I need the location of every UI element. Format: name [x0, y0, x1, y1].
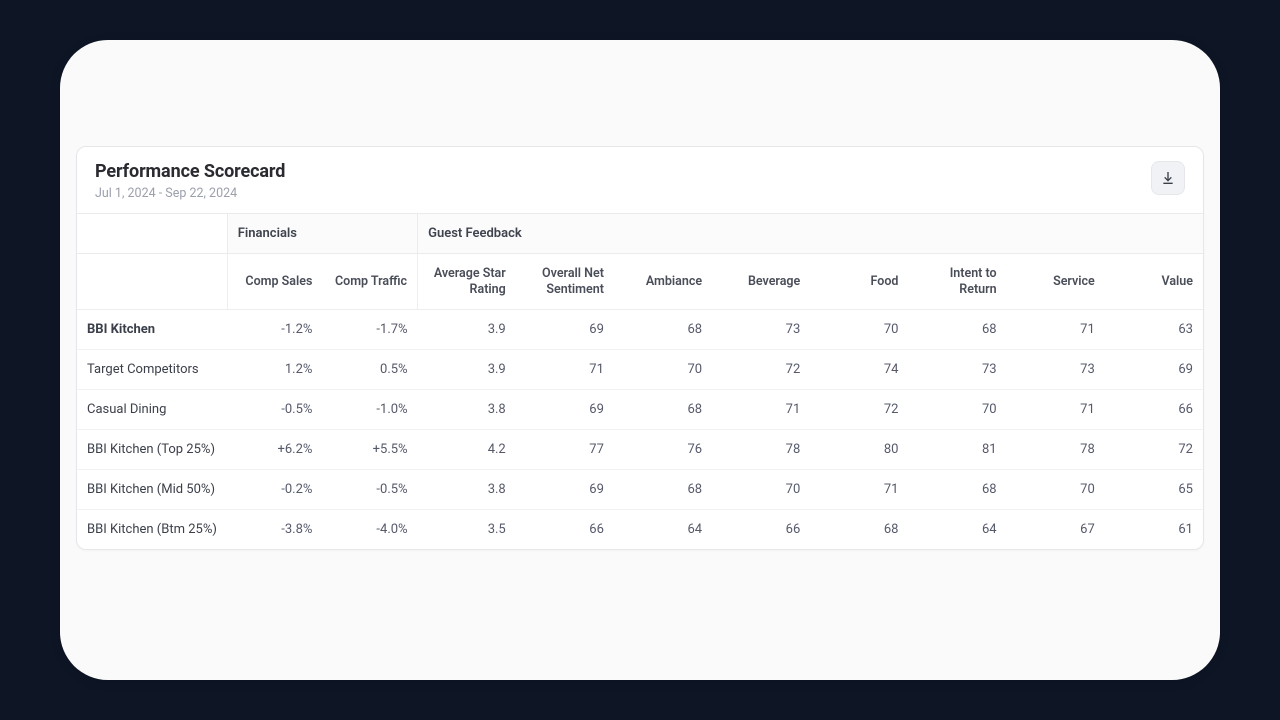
table-row[interactable]: Target Competitors1.2%0.5%3.971707274737…	[77, 350, 1203, 390]
cell-overall_net: 69	[516, 390, 614, 430]
cell-intent_return: 68	[908, 470, 1006, 510]
cell-service: 71	[1007, 390, 1105, 430]
cell-service: 71	[1007, 310, 1105, 350]
download-icon	[1160, 170, 1176, 186]
col-header-intent-return[interactable]: Intent to Return	[908, 254, 1006, 310]
cell-ambiance: 64	[614, 510, 712, 550]
cell-comp_sales: -0.5%	[227, 390, 322, 430]
cell-service: 78	[1007, 430, 1105, 470]
title-block: Performance Scorecard Jul 1, 2024 - Sep …	[95, 161, 285, 201]
group-header-blank	[77, 214, 227, 254]
app-window: Performance Scorecard Jul 1, 2024 - Sep …	[60, 40, 1220, 680]
col-header-beverage[interactable]: Beverage	[712, 254, 810, 310]
cell-service: 67	[1007, 510, 1105, 550]
column-header-row: Comp Sales Comp Traffic Average Star Rat…	[77, 254, 1203, 310]
group-header-financials: Financials	[227, 214, 417, 254]
cell-comp_traffic: -4.0%	[322, 510, 417, 550]
cell-beverage: 66	[712, 510, 810, 550]
col-header-overall-net[interactable]: Overall Net Sentiment	[516, 254, 614, 310]
cell-overall_net: 69	[516, 310, 614, 350]
row-label: Casual Dining	[77, 390, 227, 430]
cell-comp_sales: -3.8%	[227, 510, 322, 550]
cell-beverage: 73	[712, 310, 810, 350]
cell-intent_return: 64	[908, 510, 1006, 550]
table-row[interactable]: BBI Kitchen (Mid 50%)-0.2%-0.5%3.8696870…	[77, 470, 1203, 510]
row-label: BBI Kitchen	[77, 310, 227, 350]
row-label: Target Competitors	[77, 350, 227, 390]
row-label: BBI Kitchen (Top 25%)	[77, 430, 227, 470]
cell-food: 80	[810, 430, 908, 470]
cell-service: 73	[1007, 350, 1105, 390]
cell-avg_star: 3.8	[418, 470, 516, 510]
col-header-blank	[77, 254, 227, 310]
group-header-row: Financials Guest Feedback	[77, 214, 1203, 254]
download-button[interactable]	[1151, 161, 1185, 195]
scorecard-card: Performance Scorecard Jul 1, 2024 - Sep …	[76, 146, 1204, 550]
cell-avg_star: 3.9	[418, 350, 516, 390]
date-range: Jul 1, 2024 - Sep 22, 2024	[95, 186, 285, 201]
cell-comp_sales: -0.2%	[227, 470, 322, 510]
cell-intent_return: 73	[908, 350, 1006, 390]
col-header-value[interactable]: Value	[1105, 254, 1203, 310]
col-header-food[interactable]: Food	[810, 254, 908, 310]
table-body: BBI Kitchen-1.2%-1.7%3.969687370687163Ta…	[77, 310, 1203, 550]
cell-avg_star: 3.9	[418, 310, 516, 350]
cell-ambiance: 68	[614, 310, 712, 350]
cell-ambiance: 70	[614, 350, 712, 390]
card-header: Performance Scorecard Jul 1, 2024 - Sep …	[77, 147, 1203, 213]
cell-avg_star: 3.5	[418, 510, 516, 550]
cell-intent_return: 68	[908, 310, 1006, 350]
cell-overall_net: 77	[516, 430, 614, 470]
cell-ambiance: 76	[614, 430, 712, 470]
cell-overall_net: 71	[516, 350, 614, 390]
cell-ambiance: 68	[614, 390, 712, 430]
cell-avg_star: 4.2	[418, 430, 516, 470]
table-row[interactable]: BBI Kitchen (Btm 25%)-3.8%-4.0%3.5666466…	[77, 510, 1203, 550]
cell-beverage: 78	[712, 430, 810, 470]
cell-beverage: 72	[712, 350, 810, 390]
cell-food: 71	[810, 470, 908, 510]
cell-comp_sales: 1.2%	[227, 350, 322, 390]
cell-intent_return: 70	[908, 390, 1006, 430]
cell-food: 70	[810, 310, 908, 350]
page-title: Performance Scorecard	[95, 161, 285, 182]
row-label: BBI Kitchen (Btm 25%)	[77, 510, 227, 550]
scorecard-table: Financials Guest Feedback Comp Sales Com…	[77, 213, 1203, 549]
col-header-comp-traffic[interactable]: Comp Traffic	[322, 254, 417, 310]
table-row[interactable]: Casual Dining-0.5%-1.0%3.869687172707166	[77, 390, 1203, 430]
col-header-avg-star[interactable]: Average Star Rating	[418, 254, 516, 310]
cell-beverage: 71	[712, 390, 810, 430]
cell-intent_return: 81	[908, 430, 1006, 470]
cell-comp_traffic: +5.5%	[322, 430, 417, 470]
cell-value: 72	[1105, 430, 1203, 470]
col-header-ambiance[interactable]: Ambiance	[614, 254, 712, 310]
col-header-comp-sales[interactable]: Comp Sales	[227, 254, 322, 310]
row-label: BBI Kitchen (Mid 50%)	[77, 470, 227, 510]
cell-overall_net: 66	[516, 510, 614, 550]
cell-food: 68	[810, 510, 908, 550]
cell-value: 63	[1105, 310, 1203, 350]
cell-overall_net: 69	[516, 470, 614, 510]
cell-value: 61	[1105, 510, 1203, 550]
cell-comp_sales: +6.2%	[227, 430, 322, 470]
cell-value: 65	[1105, 470, 1203, 510]
cell-service: 70	[1007, 470, 1105, 510]
col-header-service[interactable]: Service	[1007, 254, 1105, 310]
cell-food: 72	[810, 390, 908, 430]
cell-food: 74	[810, 350, 908, 390]
cell-comp_sales: -1.2%	[227, 310, 322, 350]
group-header-guest-feedback: Guest Feedback	[418, 214, 1203, 254]
cell-beverage: 70	[712, 470, 810, 510]
cell-ambiance: 68	[614, 470, 712, 510]
table-row[interactable]: BBI Kitchen-1.2%-1.7%3.969687370687163	[77, 310, 1203, 350]
cell-comp_traffic: -1.7%	[322, 310, 417, 350]
cell-avg_star: 3.8	[418, 390, 516, 430]
cell-value: 69	[1105, 350, 1203, 390]
cell-value: 66	[1105, 390, 1203, 430]
table-row[interactable]: BBI Kitchen (Top 25%)+6.2%+5.5%4.2777678…	[77, 430, 1203, 470]
cell-comp_traffic: -0.5%	[322, 470, 417, 510]
cell-comp_traffic: 0.5%	[322, 350, 417, 390]
cell-comp_traffic: -1.0%	[322, 390, 417, 430]
